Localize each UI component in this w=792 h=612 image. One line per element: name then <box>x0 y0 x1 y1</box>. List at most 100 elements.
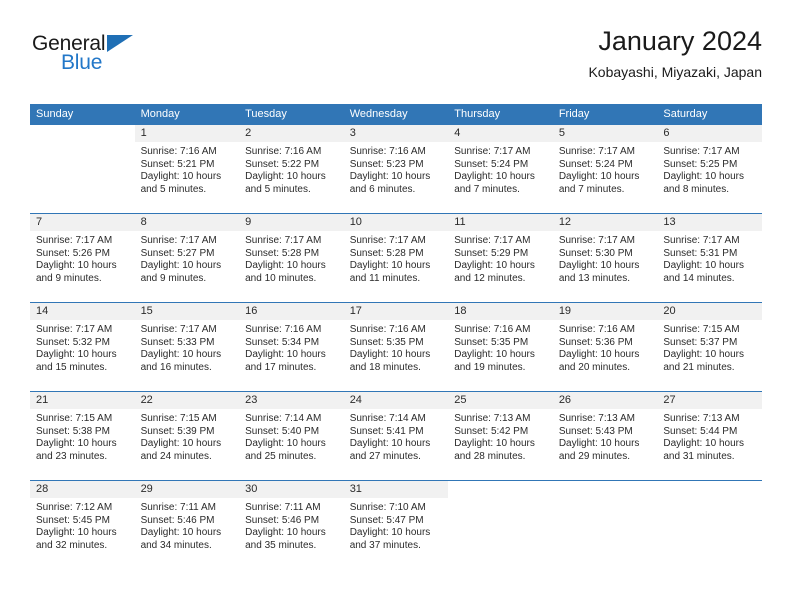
sunset-time: Sunset: 5:29 PM <box>454 247 529 259</box>
calendar-cell[interactable]: 10 Sunrise: 7:17 AM Sunset: 5:28 PM Dayligh… <box>343 213 449 303</box>
day-details: Sunrise: 7:17 AM Sunset: 5:31 PM Daylight:… <box>657 231 762 285</box>
day-details: Sunrise: 7:10 AM Sunset: 5:47 PM Daylight:… <box>344 498 449 552</box>
sunrise-time: Sunrise: 7:17 AM <box>140 235 217 246</box>
daylight-duration-line1: Daylight: 10 hours <box>663 349 744 361</box>
sunset-time: Sunset: 5:27 PM <box>140 247 215 259</box>
calendar-cell[interactable]: 22 Sunrise: 7:15 AM Sunset: 5:39 PM Dayligh… <box>134 391 240 481</box>
calendar-cell[interactable]: 31 Sunrise: 7:10 AM Sunset: 5:47 PM Dayligh… <box>343 480 449 569</box>
calendar-cell[interactable]: 8 Sunrise: 7:17 AM Sunset: 5:27 PM Daylight… <box>134 213 240 303</box>
calendar-cell-day: 1 Sunrise: 7:16 AM Sunset: 5:21 PM Daylight… <box>134 125 240 213</box>
calendar-cell[interactable]: 3 Sunrise: 7:16 AM Sunset: 5:23 PM Daylight… <box>343 125 449 214</box>
daylight-duration-line1: Daylight: 10 hours <box>349 438 431 450</box>
triangle-icon <box>107 35 133 52</box>
day-number: 4 <box>448 125 553 142</box>
sunset-time: Sunset: 5:32 PM <box>36 336 110 348</box>
weekday-header-tuesday: Tuesday <box>239 104 344 125</box>
day-details: Sunrise: 7:17 AM Sunset: 5:24 PM Daylight:… <box>553 142 658 196</box>
calendar-body: 1 Sunrise: 7:16 AM Sunset: 5:21 PM Daylight… <box>30 125 762 569</box>
sunset-time: Sunset: 5:46 PM <box>140 514 215 526</box>
calendar-cell[interactable]: 27 Sunrise: 7:13 AM Sunset: 5:44 PM Dayligh… <box>657 391 762 481</box>
daylight-duration-line1: Daylight: 10 hours <box>349 260 431 272</box>
daylight-duration-line2: and 37 minutes. <box>349 539 421 551</box>
calendar-cell[interactable]: 6 Sunrise: 7:17 AM Sunset: 5:25 PM Daylight… <box>657 125 762 214</box>
calendar-cell-day: 18 Sunrise: 7:16 AM Sunset: 5:35 PM Dayligh… <box>448 303 553 391</box>
calendar-cell[interactable]: 30 Sunrise: 7:11 AM Sunset: 5:46 PM Dayligh… <box>239 480 344 569</box>
calendar-cell[interactable]: 7 Sunrise: 7:17 AM Sunset: 5:26 PM Daylight… <box>30 213 135 303</box>
calendar-cell[interactable]: 11 Sunrise: 7:17 AM Sunset: 5:29 PM Dayligh… <box>448 213 553 303</box>
calendar-cell[interactable]: 14 Sunrise: 7:17 AM Sunset: 5:32 PM Dayligh… <box>30 302 135 392</box>
calendar-cell-day: 3 Sunrise: 7:16 AM Sunset: 5:23 PM Daylight… <box>343 125 449 213</box>
calendar-cell-day: 28 Sunrise: 7:12 AM Sunset: 5:45 PM Dayligh… <box>30 481 135 569</box>
calendar-cell[interactable] <box>30 125 135 214</box>
day-number: 25 <box>448 392 553 409</box>
sunset-time: Sunset: 5:43 PM <box>558 425 633 437</box>
daylight-duration-line2: and 5 minutes. <box>140 183 207 195</box>
daylight-duration-line1: Daylight: 10 hours <box>140 527 222 539</box>
daylight-duration-line1: Daylight: 10 hours <box>558 260 640 272</box>
day-number: 12 <box>552 214 658 231</box>
general-blue-logo[interactable]: General Blue <box>32 32 152 80</box>
day-number: 23 <box>239 392 344 409</box>
day-number: 9 <box>239 214 344 231</box>
daylight-duration-line1: Daylight: 10 hours <box>454 260 535 272</box>
sunrise-time: Sunrise: 7:16 AM <box>245 146 322 157</box>
day-number: 5 <box>552 125 658 142</box>
day-number <box>448 481 553 498</box>
daylight-duration-line2: and 19 minutes. <box>454 361 526 373</box>
day-number: 19 <box>552 303 658 320</box>
calendar-cell[interactable]: 25 Sunrise: 7:13 AM Sunset: 5:42 PM Dayligh… <box>448 391 553 481</box>
sunrise-time: Sunrise: 7:17 AM <box>454 235 531 246</box>
day-number: 20 <box>657 303 762 320</box>
calendar-cell[interactable]: 21 Sunrise: 7:15 AM Sunset: 5:38 PM Dayligh… <box>30 391 135 481</box>
day-details: Sunrise: 7:15 AM Sunset: 5:39 PM Daylight:… <box>135 409 240 463</box>
day-number: 21 <box>30 392 135 409</box>
calendar-cell[interactable]: 18 Sunrise: 7:16 AM Sunset: 5:35 PM Dayligh… <box>448 302 553 392</box>
calendar-cell-day: 25 Sunrise: 7:13 AM Sunset: 5:42 PM Dayligh… <box>448 392 553 480</box>
daylight-duration-line1: Daylight: 10 hours <box>349 171 431 183</box>
calendar-cell[interactable]: 9 Sunrise: 7:17 AM Sunset: 5:28 PM Daylight… <box>239 213 344 303</box>
calendar-cell[interactable]: 20 Sunrise: 7:15 AM Sunset: 5:37 PM Dayligh… <box>657 302 762 392</box>
calendar-cell[interactable]: 24 Sunrise: 7:14 AM Sunset: 5:41 PM Dayligh… <box>343 391 449 481</box>
daylight-duration-line1: Daylight: 10 hours <box>245 349 326 361</box>
calendar-cell-day: 20 Sunrise: 7:15 AM Sunset: 5:37 PM Dayligh… <box>657 303 762 391</box>
calendar-cell[interactable]: 17 Sunrise: 7:16 AM Sunset: 5:35 PM Dayligh… <box>343 302 449 392</box>
daylight-duration-line1: Daylight: 10 hours <box>349 527 431 539</box>
calendar-cell[interactable] <box>552 480 658 569</box>
calendar-cell[interactable]: 29 Sunrise: 7:11 AM Sunset: 5:46 PM Dayligh… <box>134 480 240 569</box>
calendar-cell[interactable]: 12 Sunrise: 7:17 AM Sunset: 5:30 PM Dayligh… <box>552 213 658 303</box>
calendar-cell[interactable]: 28 Sunrise: 7:12 AM Sunset: 5:45 PM Dayligh… <box>30 480 135 569</box>
calendar-cell[interactable]: 4 Sunrise: 7:17 AM Sunset: 5:24 PM Daylight… <box>448 125 553 214</box>
sunrise-time: Sunrise: 7:17 AM <box>454 146 531 157</box>
calendar-cell[interactable]: 5 Sunrise: 7:17 AM Sunset: 5:24 PM Daylight… <box>552 125 658 214</box>
calendar-cell[interactable]: 1 Sunrise: 7:16 AM Sunset: 5:21 PM Daylight… <box>134 125 240 214</box>
sunrise-time: Sunrise: 7:13 AM <box>663 413 740 424</box>
day-number: 13 <box>657 214 762 231</box>
calendar-cell[interactable] <box>448 480 553 569</box>
sunset-time: Sunset: 5:28 PM <box>245 247 320 259</box>
daylight-duration-line1: Daylight: 10 hours <box>454 171 535 183</box>
calendar-cell[interactable]: 15 Sunrise: 7:17 AM Sunset: 5:33 PM Dayligh… <box>134 302 240 392</box>
daylight-duration-line2: and 29 minutes. <box>558 450 630 462</box>
day-details: Sunrise: 7:16 AM Sunset: 5:21 PM Daylight:… <box>135 142 240 196</box>
sunrise-time: Sunrise: 7:17 AM <box>558 146 635 157</box>
day-details: Sunrise: 7:17 AM Sunset: 5:28 PM Daylight:… <box>344 231 449 285</box>
day-number: 30 <box>239 481 344 498</box>
day-details: Sunrise: 7:17 AM Sunset: 5:28 PM Daylight:… <box>239 231 344 285</box>
sunrise-time: Sunrise: 7:16 AM <box>454 324 531 335</box>
sunset-time: Sunset: 5:31 PM <box>663 247 738 259</box>
sunrise-time: Sunrise: 7:17 AM <box>663 146 740 157</box>
sunrise-time: Sunrise: 7:14 AM <box>349 413 426 424</box>
sunset-time: Sunset: 5:44 PM <box>663 425 738 437</box>
sunset-time: Sunset: 5:37 PM <box>663 336 738 348</box>
day-details: Sunrise: 7:11 AM Sunset: 5:46 PM Daylight:… <box>239 498 344 552</box>
sunset-time: Sunset: 5:35 PM <box>454 336 529 348</box>
calendar-cell[interactable]: 2 Sunrise: 7:16 AM Sunset: 5:22 PM Daylight… <box>239 125 344 214</box>
calendar-cell[interactable]: 26 Sunrise: 7:13 AM Sunset: 5:43 PM Dayligh… <box>552 391 658 481</box>
calendar-cell[interactable]: 19 Sunrise: 7:16 AM Sunset: 5:36 PM Dayligh… <box>552 302 658 392</box>
calendar-cell[interactable]: 16 Sunrise: 7:16 AM Sunset: 5:34 PM Dayligh… <box>239 302 344 392</box>
calendar-cell[interactable]: 13 Sunrise: 7:17 AM Sunset: 5:31 PM Dayligh… <box>657 213 762 303</box>
day-number: 2 <box>239 125 344 142</box>
calendar-cell-day: 16 Sunrise: 7:16 AM Sunset: 5:34 PM Dayligh… <box>239 303 344 391</box>
calendar-cell[interactable] <box>657 480 762 569</box>
calendar-cell[interactable]: 23 Sunrise: 7:14 AM Sunset: 5:40 PM Dayligh… <box>239 391 344 481</box>
